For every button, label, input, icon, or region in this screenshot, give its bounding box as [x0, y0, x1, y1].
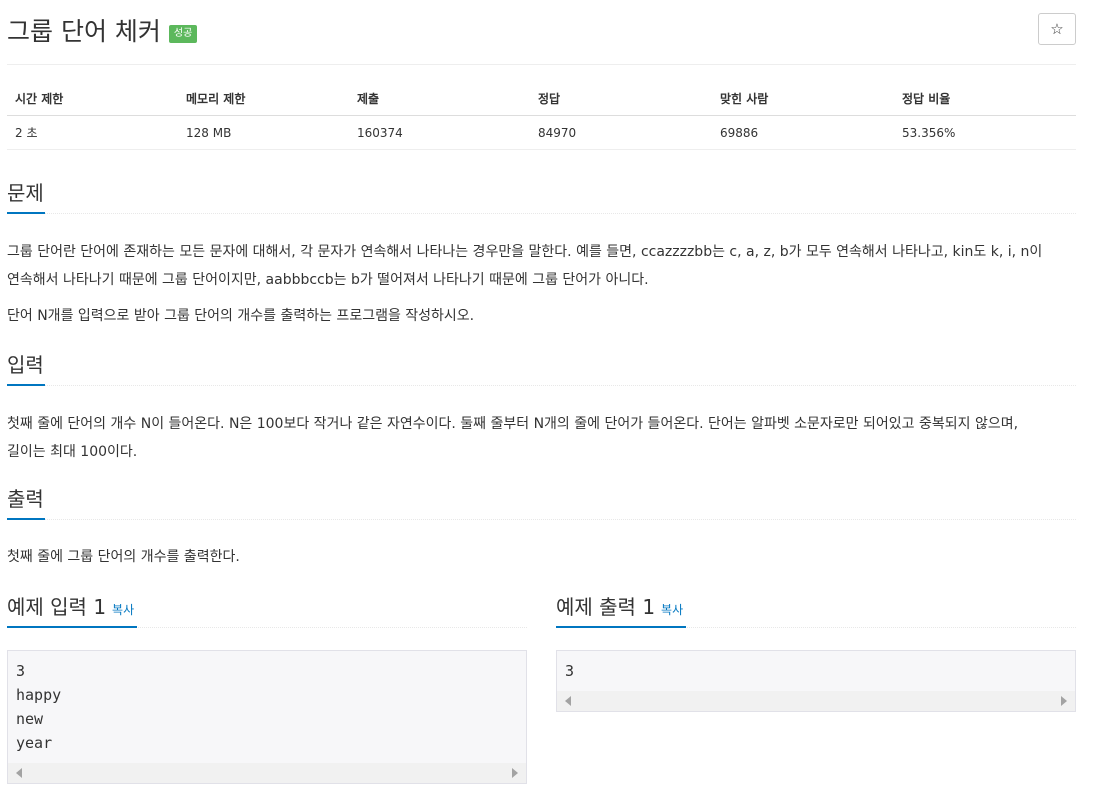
problem-description: 그룹 단어란 단어에 존재하는 모든 문자에 대해서, 각 문자가 연속해서 나… — [7, 238, 1076, 294]
info-table-header: 시간 제한 메모리 제한 제출 정답 맞힌 사람 정답 비율 — [7, 82, 1076, 116]
sample-output-box[interactable]: 3 — [556, 650, 1076, 712]
scroll-left-icon[interactable] — [16, 768, 22, 778]
sample-output-content: 3 — [557, 651, 1075, 683]
sample-line: new — [16, 710, 44, 728]
title-row: 그룹 단어 체커 성공 — [7, 10, 198, 50]
sample-line: 3 — [565, 662, 575, 680]
title-divider — [7, 64, 1076, 65]
value-accepted: 84970 — [538, 125, 577, 140]
problem-task-text: 단어 N개를 입력으로 받아 그룹 단어의 개수를 출력하는 프로그램을 작성하… — [7, 308, 475, 324]
problem-description-line: 그룹 단어란 단어에 존재하는 모든 문자에 대해서, 각 문자가 연속해서 나… — [7, 244, 1043, 260]
value-solved-users: 69886 — [720, 125, 759, 140]
problem-title: 그룹 단어 체커 — [7, 17, 161, 46]
sample-input-content: 3 happy new year — [8, 651, 526, 755]
input-description-line: 길이는 최대 100이다. — [7, 444, 138, 460]
problem-description-header: 문제 — [7, 180, 1076, 214]
scroll-right-icon[interactable] — [1061, 696, 1067, 706]
sample-line: 3 — [16, 662, 26, 680]
input-description-line: 첫째 줄에 단어의 개수 N이 들어온다. N은 100보다 작거나 같은 자연… — [7, 416, 1019, 432]
problem-description-line: 연속해서 나타나기 때문에 그룹 단어이지만, aabbbccb는 b가 떨어져… — [7, 272, 649, 288]
sample-line: happy — [16, 686, 62, 704]
section-title-output: 출력 — [7, 487, 44, 511]
section-title-input: 입력 — [7, 353, 44, 377]
favorite-button[interactable]: ☆ — [1038, 13, 1076, 45]
copy-sample-output-link[interactable]: 복사 — [661, 603, 683, 617]
output-description: 첫째 줄에 그룹 단어의 개수를 출력한다. — [7, 549, 240, 565]
sample-input-header: 예제 입력 1 복사 — [7, 594, 527, 628]
section-title-problem: 문제 — [7, 181, 44, 205]
value-time-limit: 2 초 — [15, 126, 38, 140]
problem-info-table: 시간 제한 메모리 제한 제출 정답 맞힌 사람 정답 비율 2 초 128 M… — [7, 82, 1076, 150]
output-section-header: 출력 — [7, 486, 1076, 520]
header-solved-users: 맞힌 사람 — [720, 92, 769, 106]
sample-output-header: 예제 출력 1 복사 — [556, 594, 1076, 628]
input-description: 첫째 줄에 단어의 개수 N이 들어온다. N은 100보다 작거나 같은 자연… — [7, 410, 1076, 466]
header-submissions: 제출 — [357, 92, 380, 106]
info-table-row: 2 초 128 MB 160374 84970 69886 53.356% — [7, 116, 1076, 150]
sample-line: year — [16, 734, 53, 752]
header-time-limit: 시간 제한 — [15, 92, 64, 106]
scroll-left-icon[interactable] — [565, 696, 571, 706]
sample-output-title: 예제 출력 1 — [556, 595, 656, 619]
header-accept-ratio: 정답 비율 — [902, 92, 951, 106]
copy-sample-input-link[interactable]: 복사 — [112, 603, 134, 617]
sample-input-box[interactable]: 3 happy new year — [7, 650, 527, 784]
sample-input-title: 예제 입력 1 — [7, 595, 107, 619]
star-icon: ☆ — [1050, 20, 1064, 38]
header-accepted: 정답 — [538, 92, 561, 106]
input-section-header: 입력 — [7, 352, 1076, 386]
horizontal-scrollbar[interactable] — [8, 763, 526, 783]
scroll-right-icon[interactable] — [512, 768, 518, 778]
value-accept-ratio: 53.356% — [902, 125, 956, 140]
horizontal-scrollbar[interactable] — [557, 691, 1075, 711]
status-badge: 성공 — [168, 25, 198, 43]
problem-page: 그룹 단어 체커 성공 ☆ 시간 제한 메모리 제한 제출 정답 맞힌 사람 정… — [7, 0, 1076, 792]
value-memory-limit: 128 MB — [186, 125, 232, 140]
value-submissions: 160374 — [357, 125, 403, 140]
header-memory-limit: 메모리 제한 — [186, 92, 246, 106]
